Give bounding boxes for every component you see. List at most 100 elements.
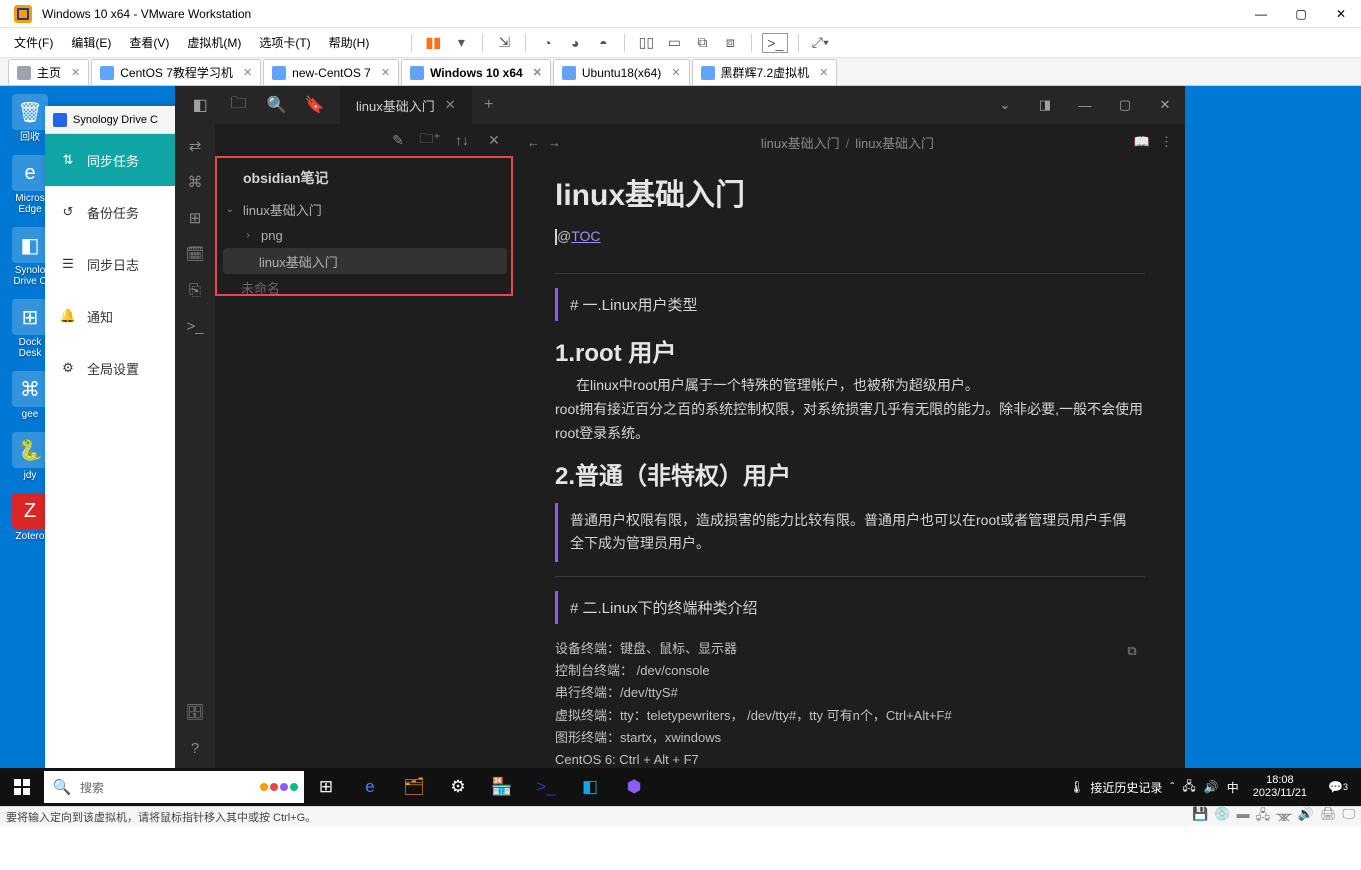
sidebar-toggle-icon[interactable]: ◧	[185, 86, 215, 124]
vault-name[interactable]: obsidian笔记	[215, 156, 515, 196]
synology-nav-item[interactable]: ↺备份任务	[45, 186, 175, 238]
start-button[interactable]	[0, 768, 44, 806]
maximize-button[interactable]: ▢	[1281, 0, 1321, 28]
synology-nav-item[interactable]: ☰同步日志	[45, 238, 175, 290]
close-icon[interactable]: ✕	[819, 66, 828, 79]
new-note-icon[interactable]: ✎	[385, 127, 411, 153]
layout4-icon[interactable]: ⧈	[719, 32, 741, 54]
powershell-icon[interactable]: >_	[524, 768, 568, 806]
settings-icon[interactable]: ⚙	[436, 768, 480, 806]
nav-back-icon[interactable]: ←	[527, 135, 540, 150]
editor-content[interactable]: linux基础入门 @TOC # 一.Linux用户类型 1.root 用户 在…	[515, 160, 1185, 782]
folder-root[interactable]: ⌄linux基础入门	[223, 196, 507, 222]
sort-icon[interactable]: ↑↓	[449, 127, 475, 153]
ime-indicator[interactable]: 中	[1227, 779, 1239, 796]
folder-png[interactable]: ›png	[223, 222, 507, 248]
daily-note-icon[interactable]: 🗓	[179, 238, 211, 270]
menu-edit[interactable]: 编辑(E)	[71, 34, 111, 51]
tab-win10[interactable]: Windows 10 x64✕	[401, 59, 551, 85]
explorer-icon[interactable]: 🗂	[392, 768, 436, 806]
new-folder-icon[interactable]: 🗀⁺	[417, 127, 443, 153]
template-icon[interactable]: ⎘	[179, 274, 211, 306]
synology-nav-item[interactable]: 🔔通知	[45, 290, 175, 342]
menu-file[interactable]: 文件(F)	[14, 34, 53, 51]
menu-tabs[interactable]: 选项卡(T)	[259, 34, 310, 51]
printer-icon[interactable]: 🖨	[1320, 806, 1337, 828]
menu-view[interactable]: 查看(V)	[129, 34, 169, 51]
menu-vm[interactable]: 虚拟机(M)	[187, 34, 241, 51]
search-icon[interactable]: 🔍	[262, 86, 292, 124]
usb-icon[interactable]: ᚘ	[1276, 806, 1292, 828]
collapse-icon[interactable]: ✕	[481, 127, 507, 153]
vault-icon[interactable]: 🗄	[179, 696, 211, 728]
menu-help[interactable]: 帮助(H)	[329, 34, 370, 51]
cd-icon[interactable]: 💿	[1214, 806, 1230, 828]
new-tab-button[interactable]: +	[472, 96, 506, 114]
bookmark-icon[interactable]: 🔖	[300, 86, 330, 124]
snapshot-manage-icon[interactable]: ◓	[592, 32, 614, 54]
minimize-button[interactable]: —	[1241, 0, 1281, 28]
fullscreen-icon[interactable]: ⤢▾	[809, 32, 831, 54]
power-dropdown-icon[interactable]: ▾	[450, 32, 472, 54]
synology-titlebar[interactable]: Synology Drive C	[45, 106, 175, 134]
close-icon[interactable]: ✕	[381, 66, 390, 79]
reading-mode-icon[interactable]: 📖	[1134, 134, 1150, 150]
close-icon[interactable]: ✕	[533, 66, 542, 79]
file-linux[interactable]: linux基础入门	[223, 248, 507, 274]
more-icon[interactable]: ⋮	[1160, 134, 1173, 150]
quick-switcher-icon[interactable]: ⇄	[179, 130, 211, 162]
synology-icon[interactable]: ◧	[568, 768, 612, 806]
nav-forward-icon[interactable]: →	[548, 135, 561, 150]
network-icon[interactable]: 🖧	[1256, 806, 1271, 828]
tab-centos7[interactable]: CentOS 7教程学习机✕	[91, 59, 261, 85]
command-icon[interactable]: >_	[179, 310, 211, 342]
close-icon[interactable]: ✕	[671, 66, 680, 79]
clock[interactable]: 18:082023/11/21	[1253, 774, 1307, 799]
files-icon[interactable]: 🗀	[223, 86, 253, 124]
tab-home[interactable]: 主页✕	[8, 59, 89, 85]
close-icon[interactable]: ✕	[243, 66, 252, 79]
tray-expand-icon[interactable]: ˆ	[1170, 780, 1174, 794]
edge-icon[interactable]: e	[348, 768, 392, 806]
close-icon[interactable]: ✕	[71, 66, 80, 79]
taskview-icon[interactable]: ⊞	[304, 768, 348, 806]
synology-nav-item[interactable]: ⚙全局设置	[45, 342, 175, 394]
tab-new-centos7[interactable]: new-CentOS 7✕	[263, 59, 399, 85]
sound-icon[interactable]: 🔊	[1298, 806, 1314, 828]
close-button[interactable]: ✕	[1321, 0, 1361, 28]
minimize-button[interactable]: —	[1065, 86, 1105, 124]
tab-dropdown-icon[interactable]: ⌄	[985, 86, 1025, 124]
search-input[interactable]: 🔍 搜索	[44, 771, 304, 803]
volume-icon[interactable]: 🔊	[1204, 780, 1219, 794]
canvas-icon[interactable]: ⊞	[179, 202, 211, 234]
help-icon[interactable]: ?	[179, 732, 211, 764]
hdd-icon[interactable]: 💾	[1192, 806, 1208, 828]
sidebar-right-icon[interactable]: ◨	[1025, 86, 1065, 124]
ram-icon[interactable]: ▬	[1237, 806, 1250, 828]
file-untitled[interactable]: 未命名	[223, 274, 507, 300]
breadcrumb[interactable]: linux基础入门/linux基础入门	[571, 133, 1124, 152]
layout1-icon[interactable]: ▯▯	[635, 32, 657, 54]
close-button[interactable]: ✕	[1145, 86, 1185, 124]
snapshot-icon[interactable]: ⇲	[493, 32, 515, 54]
toc-link[interactable]: TOC	[571, 228, 600, 244]
obsidian-tab[interactable]: linux基础入门 ✕	[340, 86, 472, 124]
store-icon[interactable]: 🏪	[480, 768, 524, 806]
pause-icon[interactable]: ▮▮	[422, 32, 444, 54]
tab-heiqunhui[interactable]: 黑群辉7.2虚拟机✕	[692, 59, 838, 85]
display-icon[interactable]: 🖵	[1342, 806, 1355, 828]
close-icon[interactable]: ✕	[445, 97, 456, 113]
layout3-icon[interactable]: ⧉	[691, 32, 713, 54]
maximize-button[interactable]: ▢	[1105, 86, 1145, 124]
tab-ubuntu18[interactable]: Ubuntu18(x64)✕	[553, 59, 690, 85]
weather-widget[interactable]: 🌡接近历史记录	[1069, 779, 1162, 796]
snapshot-revert-icon[interactable]: ◕	[564, 32, 586, 54]
copy-icon[interactable]: ⧉	[1119, 638, 1145, 664]
obsidian-icon[interactable]: ⬢	[612, 768, 656, 806]
snapshot-take-icon[interactable]: ◔	[536, 32, 558, 54]
notification-icon[interactable]: 💬3	[1321, 770, 1355, 804]
network-icon[interactable]: 🖧	[1182, 777, 1195, 798]
graph-icon[interactable]: ⌘	[179, 166, 211, 198]
console-icon[interactable]: >_	[762, 33, 788, 53]
layout2-icon[interactable]: ▭	[663, 32, 685, 54]
